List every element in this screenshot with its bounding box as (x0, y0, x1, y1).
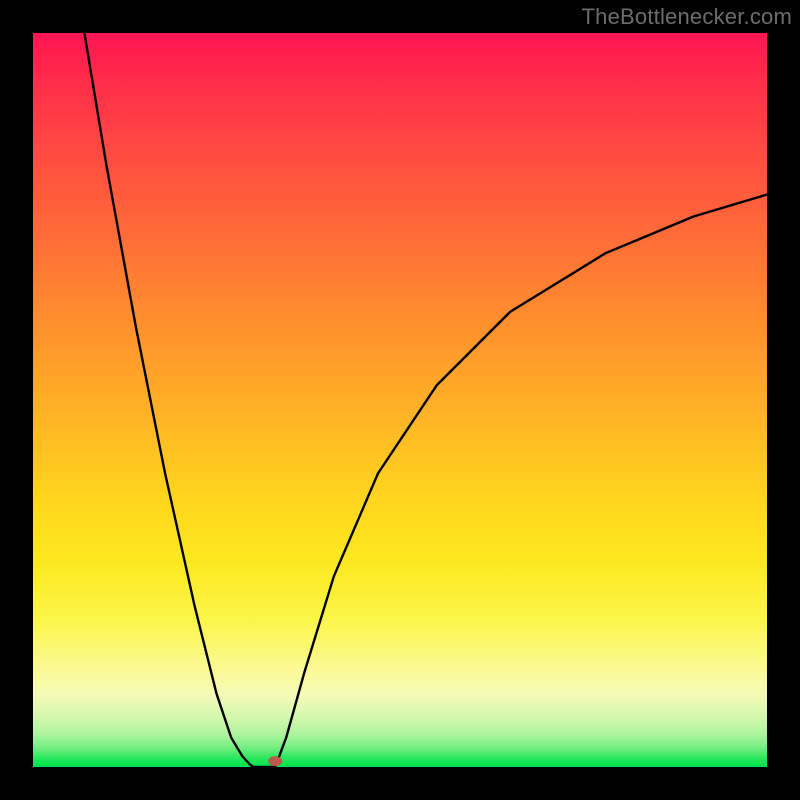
chart-frame: TheBottlenecker.com (0, 0, 800, 800)
curve-right-branch (275, 195, 767, 768)
chart-canvas (33, 33, 767, 767)
curve-left-branch (84, 33, 253, 767)
chart-plot-area (33, 33, 767, 767)
watermark-text: TheBottlenecker.com (582, 4, 792, 30)
curve-marker (268, 756, 282, 766)
